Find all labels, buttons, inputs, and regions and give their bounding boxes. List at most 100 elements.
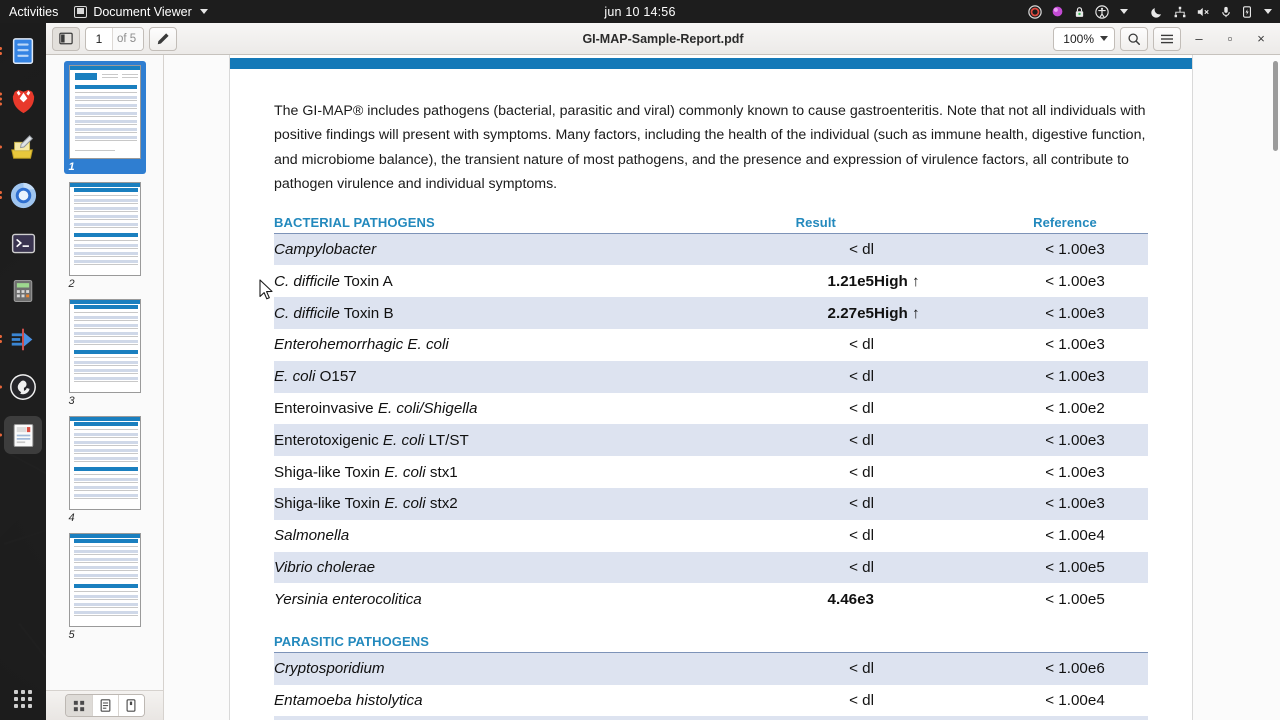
pathogen-name: C. difficile Toxin A <box>274 272 393 290</box>
thumbnail-number: 1 <box>68 161 75 173</box>
table-row: Campylobacter < dl < 1.00e3 <box>274 233 1148 266</box>
thumbnail-preview <box>68 182 141 276</box>
pathogen-result: < dl <box>849 431 874 449</box>
dock-item-obs-studio[interactable] <box>0 368 42 406</box>
running-indicator <box>0 433 2 437</box>
table-row: Shiga-like Toxin E. coli stx1 < dl < 1.00e… <box>274 456 1148 488</box>
pathogen-flag <box>874 329 1002 361</box>
chevron-down-icon <box>1100 36 1108 41</box>
thumbnail-item[interactable]: 3 <box>64 295 146 408</box>
column-header-reference: Reference <box>1033 215 1097 231</box>
sidebar-toggle-button[interactable] <box>52 26 80 51</box>
zoom-level-selector[interactable]: 100% <box>1053 26 1115 51</box>
pathogen-reference: < 1.00e6 <box>1045 660 1105 678</box>
tray-caret-icon[interactable] <box>1120 9 1128 14</box>
pathogen-flag <box>874 424 1002 456</box>
page-current[interactable]: 1 <box>86 32 112 46</box>
dock-item-terminal[interactable] <box>4 224 42 262</box>
thumbnail-item[interactable]: 2 <box>64 178 146 291</box>
running-indicator <box>0 335 2 343</box>
pathogen-name: Enterotoxigenic E. coli LT/ST <box>274 431 469 449</box>
dock-item-brave-browser[interactable] <box>0 80 42 118</box>
minimize-button[interactable]: – <box>1186 26 1212 52</box>
pathogen-name: Entamoeba histolytica <box>274 691 423 709</box>
running-indicator <box>0 47 2 55</box>
thumbnail-preview <box>68 533 141 627</box>
table-row: C. difficile Toxin A 1.21e5 High ↑ < 1.00e3 <box>274 265 1148 297</box>
battery-icon[interactable] <box>1241 5 1253 19</box>
thumbnail-list[interactable]: 1 2 3 4 5 <box>46 55 163 690</box>
zoom-level-value: 100% <box>1063 31 1094 46</box>
close-button[interactable]: × <box>1248 26 1274 52</box>
system-caret-icon[interactable] <box>1264 9 1272 14</box>
pathogen-name: Giardia <box>274 716 714 720</box>
section-title: BACTERIAL PATHOGENS <box>274 215 435 231</box>
thumbnail-item[interactable]: 1 <box>63 61 146 174</box>
network-icon[interactable] <box>1173 5 1187 19</box>
document-viewer-window: 1 of 5 GI-MAP-Sample-Report.pdf 100% – ▫… <box>46 23 1280 720</box>
pathogen-result: < dl <box>849 241 874 259</box>
pathogen-flag <box>874 685 1002 717</box>
screen-record-icon[interactable] <box>1028 4 1042 19</box>
dock-item-video-editor[interactable] <box>0 320 42 358</box>
running-indicator <box>0 385 2 389</box>
pathogen-flag <box>874 520 1002 552</box>
pathogen-reference: < 1.00e3 <box>1045 431 1105 449</box>
media-icon[interactable] <box>1051 5 1064 18</box>
search-button[interactable] <box>1120 26 1148 51</box>
thumbnail-item[interactable]: 5 <box>64 529 146 642</box>
volume-muted-icon[interactable] <box>1196 5 1211 19</box>
thumbnails-view-icon[interactable] <box>65 695 92 716</box>
section-header: BACTERIAL PATHOGENS Result Reference <box>274 215 1148 233</box>
table-row: Enterohemorrhagic E. coli < dl < 1.00e3 <box>274 329 1148 361</box>
pathogen-name: Enteroinvasive E. coli/Shigella <box>274 400 478 418</box>
sidebar-view-switcher[interactable] <box>64 694 145 717</box>
main-menu-button[interactable] <box>1153 26 1181 51</box>
show-applications-button[interactable] <box>14 690 32 708</box>
maximize-button[interactable]: ▫ <box>1217 26 1243 52</box>
pathogen-result: < dl <box>849 463 874 481</box>
dock-item-document-viewer[interactable] <box>0 416 42 454</box>
pathogen-name: E. coli O157 <box>274 368 357 386</box>
table-row: Vibrio cholerae < dl < 1.00e5 <box>274 551 1148 584</box>
annotation-pen-button[interactable] <box>149 26 178 51</box>
pathogen-reference: < 1.00e5 <box>1045 559 1105 577</box>
annotations-view-icon[interactable] <box>117 695 144 716</box>
pathogen-flag <box>874 552 1002 584</box>
section-header: PARASITIC PATHOGENS <box>274 634 1148 652</box>
thumbnail-preview <box>68 299 141 393</box>
table-row: Giardia< dl < 5.00e2 <box>274 716 1148 720</box>
pathogen-reference: < 1.00e2 <box>1045 400 1105 418</box>
dock-item-text-editor[interactable] <box>0 128 42 166</box>
pathogen-reference: < 1.00e5 <box>1045 590 1105 608</box>
table-row: Enteroinvasive E. coli/Shigella < dl < 1.0… <box>274 393 1148 425</box>
dock-item-files[interactable] <box>0 32 42 70</box>
pathogen-name: Vibrio cholerae <box>274 559 376 577</box>
pdf-page: The GI-MAP® includes pathogens (bacteria… <box>230 55 1192 720</box>
pathogen-result: < dl <box>849 660 874 678</box>
screen: Activities Document Viewer jun 10 14:56 <box>0 0 1280 720</box>
dock-item-chromium-browser[interactable] <box>0 176 42 214</box>
pathogen-reference: < 1.00e3 <box>1045 463 1105 481</box>
pathogen-name: Campylobacter <box>274 241 377 259</box>
table-row: E. coli O157 < dl < 1.00e3 <box>274 360 1148 393</box>
pathogen-result: < dl <box>849 691 874 709</box>
system-tray <box>1028 0 1272 23</box>
pathogen-result: < dl <box>849 336 874 354</box>
pathogen-result: < dl <box>714 716 874 720</box>
pathogen-table: Cryptosporidium < dl < 1.00e6 Entamoeba his… <box>274 652 1148 720</box>
vertical-scrollbar[interactable] <box>1273 61 1278 151</box>
pathogen-result: < dl <box>849 559 874 577</box>
table-row: Yersinia enterocolitica 4.46e3 < 1.00e5 <box>274 583 1148 615</box>
dock-item-calculator[interactable] <box>4 272 42 310</box>
microphone-icon[interactable] <box>1220 5 1232 19</box>
outline-view-icon[interactable] <box>91 695 118 716</box>
pdf-view[interactable]: The GI-MAP® includes pathogens (bacteria… <box>164 55 1280 720</box>
thumbnail-item[interactable]: 4 <box>64 412 146 525</box>
page-number-input[interactable]: 1 of 5 <box>85 26 145 51</box>
pathogen-flag <box>874 393 1002 425</box>
lock-icon[interactable] <box>1073 5 1086 19</box>
night-light-icon[interactable] <box>1150 5 1164 19</box>
gnome-top-bar: Activities Document Viewer jun 10 14:56 <box>0 0 1280 23</box>
accessibility-icon[interactable] <box>1095 4 1109 19</box>
